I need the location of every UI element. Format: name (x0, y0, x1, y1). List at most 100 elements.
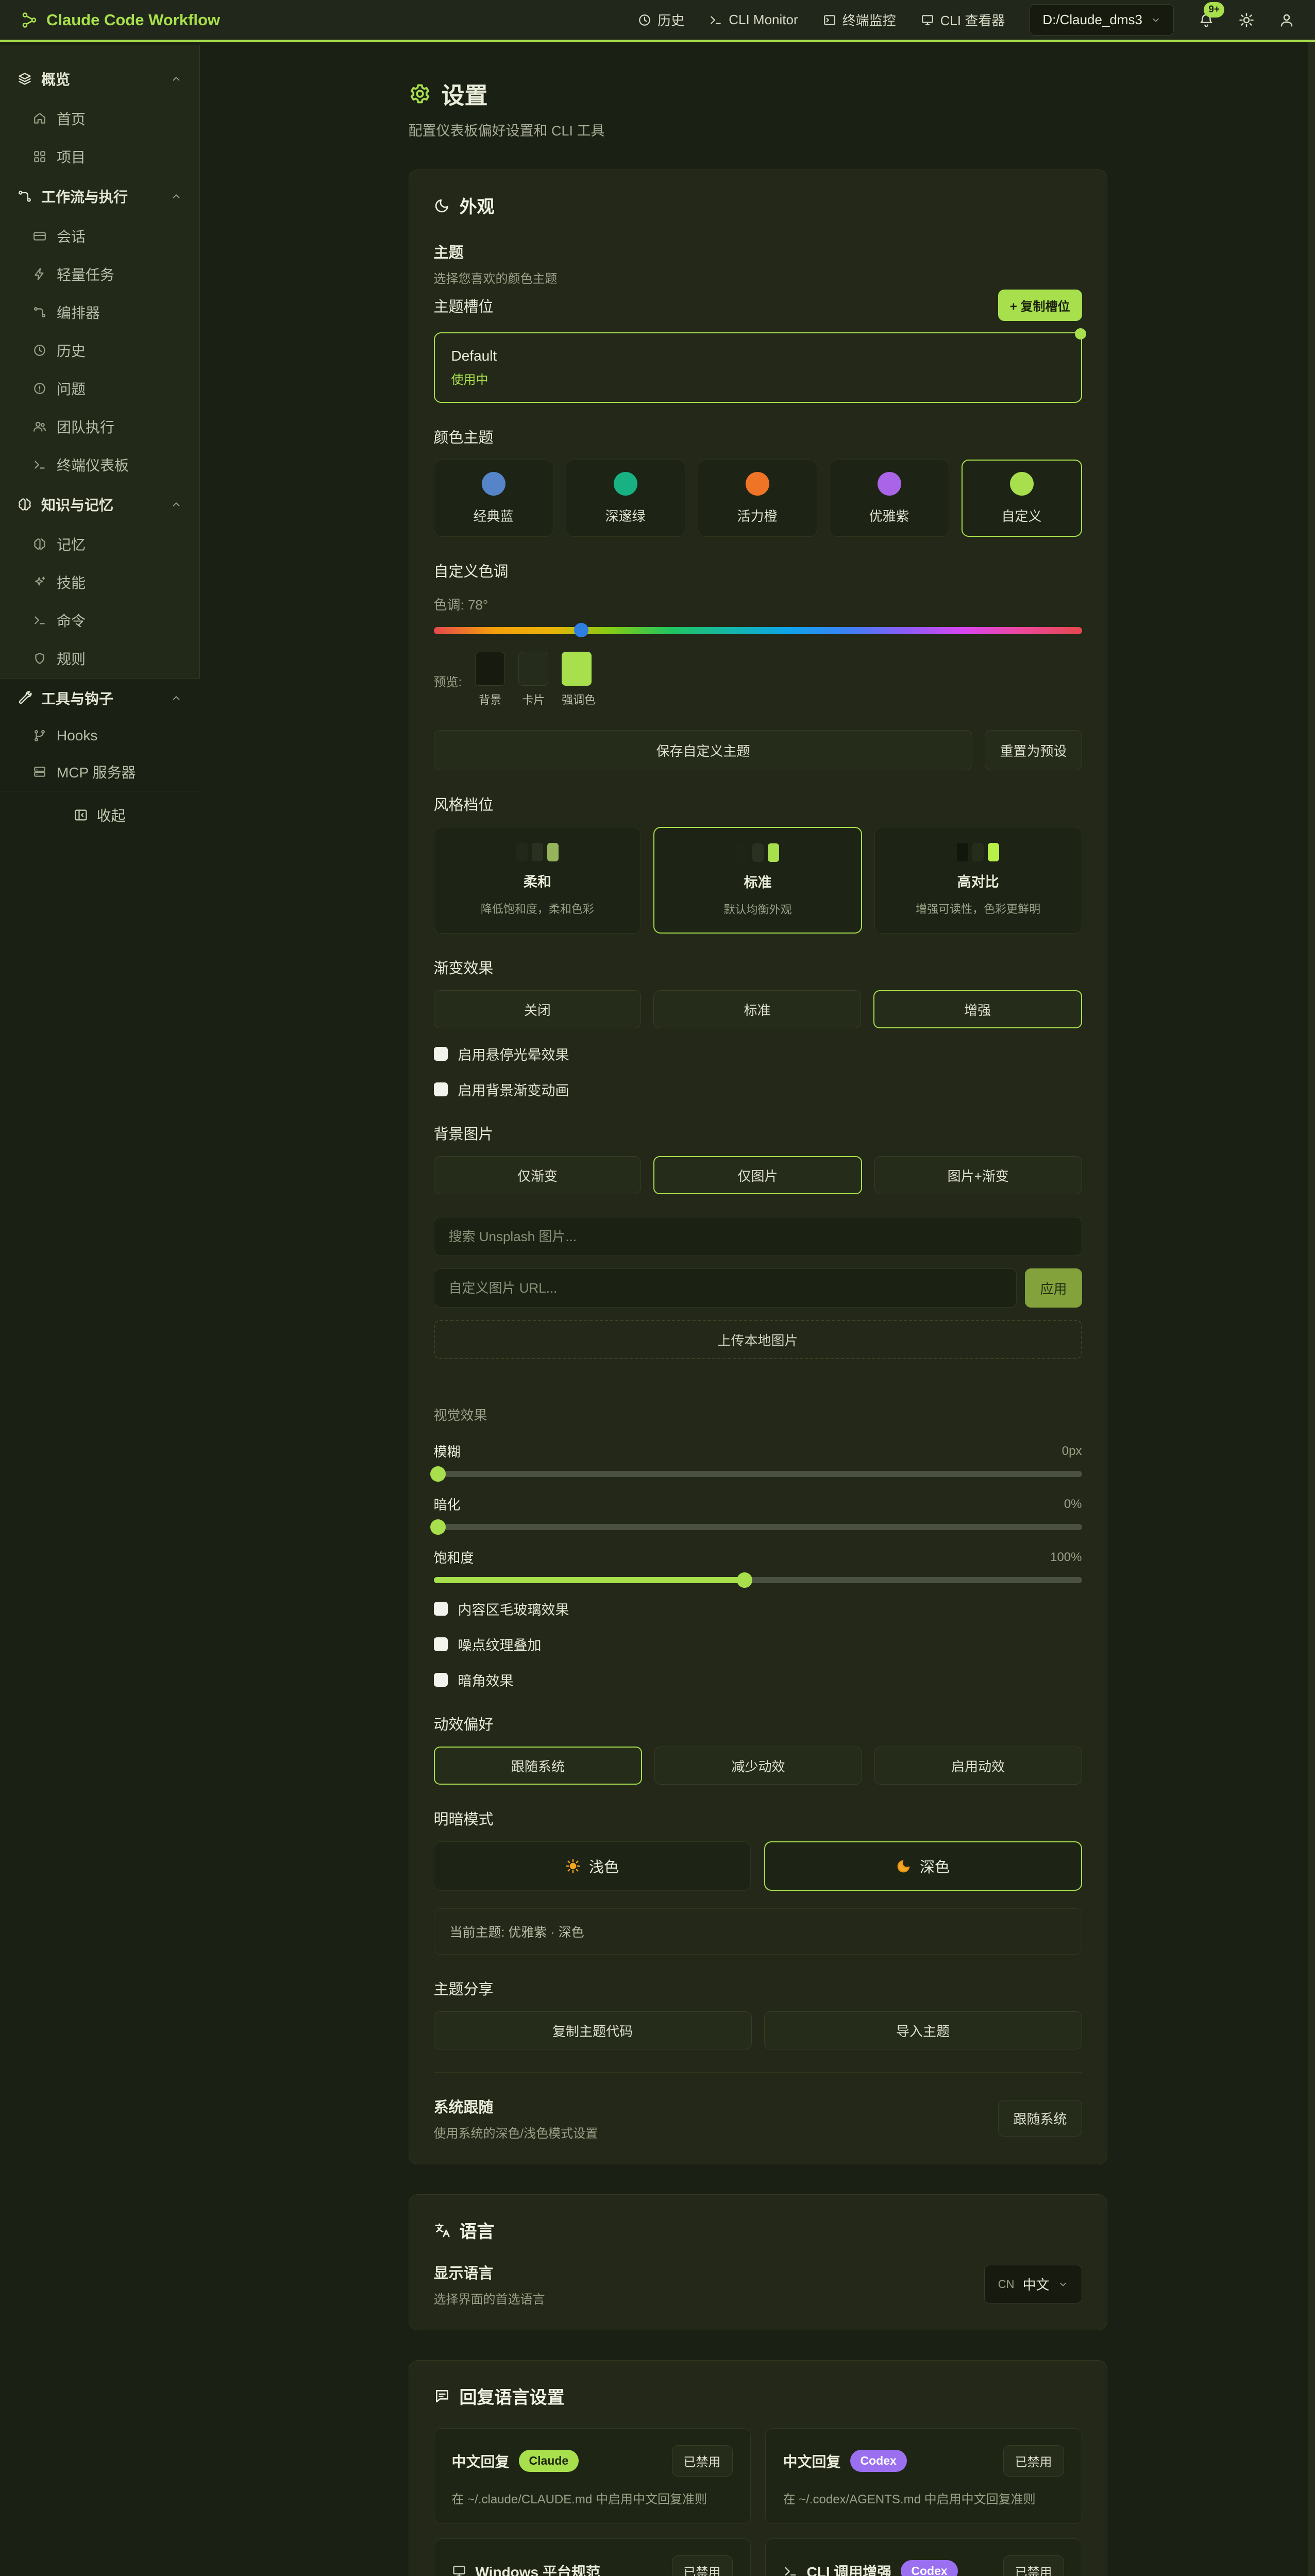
toggle-disabled-button[interactable]: 已禁用 (672, 2555, 733, 2576)
blur-slider[interactable] (434, 1471, 1082, 1477)
apply-url-button[interactable]: 应用 (1025, 1268, 1082, 1308)
nav-history[interactable]: 历史 (638, 10, 684, 29)
copy-theme-code-button[interactable]: 复制主题代码 (434, 2011, 752, 2049)
scrollbar[interactable] (1308, 0, 1315, 2576)
mode-label: 明暗模式 (434, 1807, 1082, 1829)
theme-option-vibrant-orange[interactable]: 活力橙 (698, 460, 817, 537)
notifications-button[interactable]: 9+ (1199, 11, 1214, 28)
bg-image-gradient-button[interactable]: 图片+渐变 (874, 1156, 1082, 1194)
theme-option-elegant-purple[interactable]: 优雅紫 (830, 460, 949, 537)
vignette-checkbox[interactable] (434, 1673, 448, 1687)
blur-label: 模糊 (434, 1442, 461, 1461)
sidebar-group-knowledge[interactable]: 知识与记忆 (0, 484, 199, 525)
hover-glow-checkbox[interactable] (434, 1047, 448, 1061)
sidebar-item-projects[interactable]: 项目 (0, 138, 199, 176)
theme-option-deep-green[interactable]: 深邃绿 (566, 460, 685, 537)
blur-value: 0px (1062, 1444, 1082, 1459)
terminal-window-icon (823, 13, 836, 27)
reset-preset-button[interactable]: 重置为预设 (985, 730, 1082, 770)
import-theme-button[interactable]: 导入主题 (764, 2011, 1082, 2049)
theme-slot-default[interactable]: Default 使用中 (434, 332, 1082, 403)
clock-icon (638, 13, 651, 27)
sidebar-item-orchestrator[interactable]: 编排器 (0, 293, 199, 331)
zap-icon (33, 267, 46, 281)
sidebar-collapse-button[interactable]: 收起 (0, 791, 199, 839)
sidebar-item-commands[interactable]: 命令 (0, 601, 199, 639)
sidebar-item-hooks[interactable]: Hooks (0, 719, 199, 753)
darken-value: 0% (1064, 1497, 1082, 1512)
sidebar-item-terminal-dashboard[interactable]: 终端仪表板 (0, 446, 199, 484)
nav-cli-viewer[interactable]: CLI 查看器 (921, 10, 1005, 29)
light-mode-button[interactable]: 浅色 (434, 1841, 751, 1891)
appearance-card: 外观 主题 选择您喜欢的颜色主题 主题槽位 + 复制槽位 Default 使用中… (409, 170, 1107, 2164)
bg-animation-checkbox[interactable] (434, 1082, 448, 1096)
sidebar-group-overview[interactable]: 概览 (0, 58, 199, 99)
sidebar-item-memory[interactable]: 记忆 (0, 525, 199, 563)
style-level-high-contrast[interactable]: 高对比 增强可读性，色彩更鲜明 (874, 827, 1082, 934)
color-theme-label: 颜色主题 (434, 426, 1082, 447)
darken-slider-thumb[interactable] (430, 1519, 446, 1535)
nav-cli-monitor[interactable]: CLI Monitor (709, 12, 798, 28)
save-custom-theme-button[interactable]: 保存自定义主题 (434, 730, 973, 770)
copy-slot-button[interactable]: + 复制槽位 (998, 290, 1082, 321)
sidebar-item-rules[interactable]: 规则 (0, 639, 199, 677)
sidebar-item-issues[interactable]: 问题 (0, 369, 199, 408)
toggle-disabled-button[interactable]: 已禁用 (1003, 2555, 1064, 2576)
sidebar-item-mcp-servers[interactable]: MCP 服务器 (0, 753, 199, 791)
darken-label: 暗化 (434, 1495, 461, 1514)
upload-local-image-button[interactable]: 上传本地图片 (434, 1320, 1082, 1359)
vignette-label: 暗角效果 (458, 1670, 514, 1690)
saturation-slider[interactable] (434, 1577, 1082, 1583)
user-button[interactable] (1279, 12, 1294, 28)
noise-texture-checkbox[interactable] (434, 1637, 448, 1651)
gradient-off-button[interactable]: 关闭 (434, 990, 642, 1028)
sidebar-item-team-execution[interactable]: 团队执行 (0, 408, 199, 446)
darken-slider[interactable] (434, 1524, 1082, 1530)
sidebar-group-workflow[interactable]: 工作流与执行 (0, 176, 199, 217)
dark-mode-button[interactable]: 深色 (764, 1841, 1082, 1891)
sparkles-icon (33, 575, 46, 589)
bg-gradient-only-button[interactable]: 仅渐变 (434, 1156, 642, 1194)
toggle-disabled-button[interactable]: 已禁用 (1003, 2445, 1064, 2477)
theme-option-classic-blue[interactable]: 经典蓝 (434, 460, 553, 537)
chevron-up-icon (171, 191, 182, 202)
preview-label: 预览: (434, 672, 462, 690)
theme-toggle-button[interactable] (1239, 12, 1254, 28)
motion-reduce-button[interactable]: 减少动效 (654, 1747, 862, 1785)
follow-system-button[interactable]: 跟随系统 (998, 2100, 1082, 2137)
sidebar-item-skills[interactable]: 技能 (0, 563, 199, 601)
hue-slider-thumb[interactable] (574, 623, 588, 637)
frosted-glass-checkbox[interactable] (434, 1602, 448, 1616)
style-level-label: 风格档位 (434, 793, 1082, 815)
nav-terminal-monitor[interactable]: 终端监控 (823, 10, 896, 29)
display-language-desc: 选择界面的首选语言 (434, 2289, 545, 2307)
custom-image-url-input[interactable] (434, 1268, 1017, 1308)
sidebar-item-sessions[interactable]: 会话 (0, 217, 199, 255)
color-theme-options: 经典蓝 深邃绿 活力橙 优雅紫 自定义 (434, 460, 1082, 537)
style-level-standard[interactable]: 标准 默认均衡外观 (653, 827, 862, 934)
blur-slider-thumb[interactable] (430, 1466, 446, 1482)
unsplash-search-input[interactable] (434, 1217, 1082, 1256)
toggle-disabled-button[interactable]: 已禁用 (672, 2445, 733, 2477)
custom-hue-label: 自定义色调 (434, 560, 1082, 581)
theme-option-custom[interactable]: 自定义 (962, 460, 1082, 537)
bg-image-only-button[interactable]: 仅图片 (653, 1156, 862, 1194)
workflow-logo-icon (21, 11, 38, 29)
sidebar-item-history[interactable]: 历史 (0, 331, 199, 369)
theme-color-dot (614, 472, 637, 496)
sidebar-item-light-tasks[interactable]: 轻量任务 (0, 255, 199, 293)
project-selector[interactable]: D:/Claude_dms3 (1030, 4, 1174, 36)
saturation-slider-thumb[interactable] (737, 1572, 752, 1588)
sidebar-group-tools[interactable]: 工具与钩子 (0, 677, 199, 719)
gradient-enhanced-button[interactable]: 增强 (873, 990, 1082, 1028)
sidebar-item-home[interactable]: 首页 (0, 99, 199, 138)
clock-icon (33, 344, 46, 357)
hue-slider[interactable] (434, 627, 1082, 634)
gradient-standard-button[interactable]: 标准 (653, 990, 861, 1028)
main-content: 设置 配置仪表板偏好设置和 CLI 工具 外观 主题 选择您喜欢的颜色主题 主题… (200, 45, 1315, 2576)
style-swatches (737, 843, 779, 862)
motion-follow-system-button[interactable]: 跟随系统 (434, 1747, 643, 1785)
motion-enable-button[interactable]: 启用动效 (874, 1747, 1082, 1785)
style-level-soft[interactable]: 柔和 降低饱和度，柔和色彩 (434, 827, 642, 934)
language-select[interactable]: CN 中文 (984, 2265, 1082, 2303)
